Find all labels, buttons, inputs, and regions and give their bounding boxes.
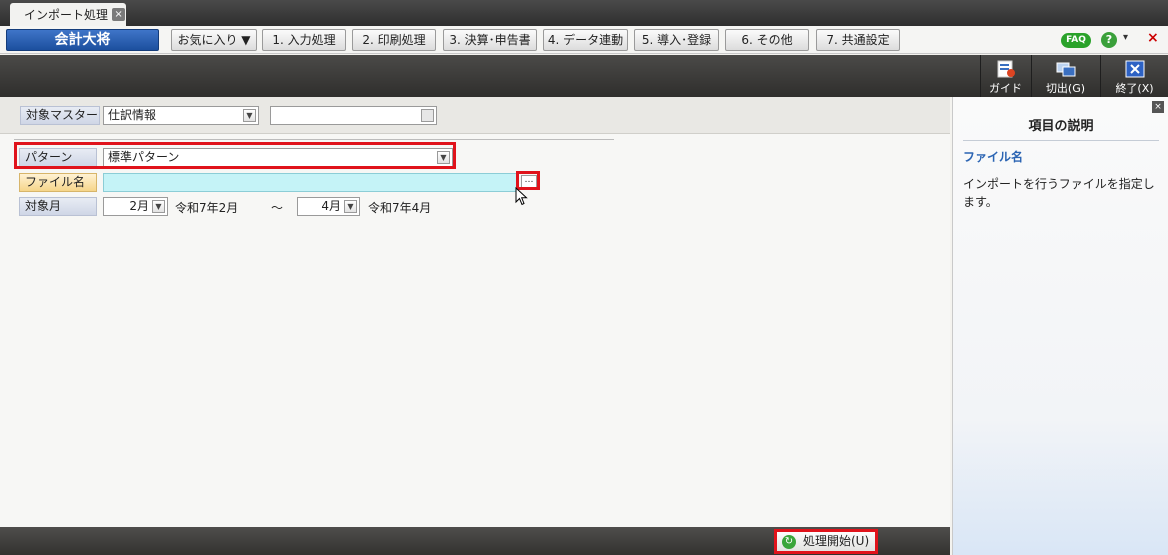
faq-button[interactable]: FAQ [1061, 33, 1091, 48]
month-from-select[interactable]: 2月 ▼ [103, 197, 168, 216]
menu-settlement[interactable]: 3. 決算･申告書 [443, 29, 537, 51]
month-from-value: 2月 [129, 199, 149, 213]
panel-close-icon[interactable]: × [1152, 101, 1164, 113]
master-select[interactable]: 仕訳情報 ▼ [103, 106, 259, 125]
cut-label: 切出(G) [1045, 82, 1086, 95]
start-process-label: 処理開始(U) [803, 534, 870, 548]
panel-description: インポートを行うファイルを指定します。 [963, 177, 1155, 209]
menu-print[interactable]: 2. 印刷処理 [352, 29, 436, 51]
month-to-value: 4月 [321, 199, 341, 213]
master-label: 対象マスター [20, 106, 100, 125]
master-row: 対象マスター 仕訳情報 ▼ [0, 97, 950, 134]
app-brand-button[interactable]: 会計大将 [6, 29, 159, 51]
menu-other[interactable]: 6. その他 [725, 29, 809, 51]
exit-label: 終了(X) [1115, 82, 1154, 95]
month-to-era: 令和7年4月 [368, 201, 432, 215]
guide-icon [997, 60, 1015, 78]
exit-button[interactable]: 終了(X) [1100, 55, 1168, 97]
month-from-era: 令和7年2月 [175, 201, 239, 215]
menu-data-link[interactable]: 4. データ連動 [543, 29, 628, 51]
chevron-down-icon[interactable]: ▼ [344, 200, 357, 213]
help-dropdown-icon[interactable]: ▾ [1123, 32, 1128, 43]
description-panel: × 項目の説明 ファイル名 インポートを行うファイルを指定します。 [952, 97, 1168, 555]
range-separator: ～ [271, 201, 284, 215]
month-label: 対象月 [19, 197, 97, 216]
guide-button[interactable]: ガイド [980, 55, 1030, 97]
menu-common-settings[interactable]: 7. 共通設定 [816, 29, 900, 51]
mouse-cursor-icon [515, 187, 528, 206]
menu-bar: 会計大将 お気に入り ▼ 1. 入力処理 2. 印刷処理 3. 決算･申告書 4… [0, 26, 1168, 54]
form-divider [14, 139, 614, 140]
cut-icon [1056, 62, 1075, 77]
tab-label: インポート処理 [24, 8, 109, 22]
file-name-input[interactable] [103, 173, 517, 192]
help-icon[interactable]: ? [1101, 32, 1117, 48]
panel-heading: ファイル名 [963, 150, 1024, 164]
tab-close-icon[interactable]: × [112, 8, 126, 21]
pattern-highlight [14, 142, 456, 169]
menu-setup[interactable]: 5. 導入･登録 [634, 29, 719, 51]
start-process-button[interactable]: ↻ 処理開始(U) [774, 529, 878, 554]
menu-input[interactable]: 1. 入力処理 [262, 29, 346, 51]
chevron-down-icon[interactable]: ▼ [152, 200, 165, 213]
toolbar: ガイド 切出(G) 終了(X) [0, 55, 1168, 97]
menu-favorites[interactable]: お気に入り ▼ [171, 29, 257, 51]
tab-import-process[interactable]: インポート処理 × [10, 3, 126, 26]
app-close-icon[interactable]: × [1147, 30, 1159, 46]
exit-icon [1125, 60, 1144, 78]
master-extra-field[interactable] [270, 106, 437, 125]
master-select-value: 仕訳情報 [108, 108, 157, 122]
month-to-select[interactable]: 4月 ▼ [297, 197, 360, 216]
tab-bar: インポート処理 × [0, 0, 1168, 26]
refresh-icon: ↻ [782, 535, 796, 549]
panel-title: 項目の説明 [963, 115, 1159, 141]
cut-button[interactable]: 切出(G) [1031, 55, 1099, 97]
chevron-down-icon[interactable]: ▼ [243, 109, 256, 122]
file-label: ファイル名 [19, 173, 97, 192]
master-extra-button[interactable] [421, 109, 434, 122]
guide-label: ガイド [989, 82, 1022, 95]
